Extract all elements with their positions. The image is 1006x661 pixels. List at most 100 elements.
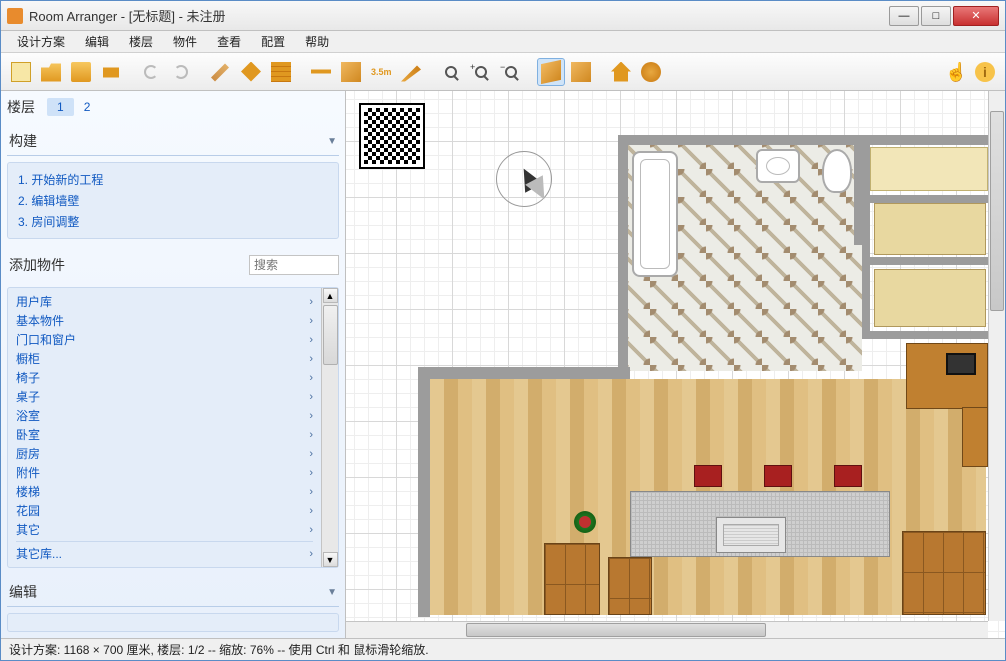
floor-tab-1[interactable]: 1: [47, 98, 74, 116]
undo-button[interactable]: [137, 58, 165, 86]
object-category[interactable]: 浴室›: [16, 406, 313, 425]
scroll-down-button[interactable]: ▼: [323, 552, 338, 567]
search-input[interactable]: [249, 255, 339, 275]
menu-帮助[interactable]: 帮助: [295, 31, 339, 52]
menu-查看[interactable]: 查看: [207, 31, 251, 52]
stool: [694, 465, 722, 487]
touch-button[interactable]: ☝: [941, 58, 969, 86]
info-button[interactable]: i: [971, 58, 999, 86]
paint-button[interactable]: [207, 58, 235, 86]
object-category[interactable]: 花园›: [16, 501, 313, 520]
canvas-vertical-scrollbar[interactable]: [988, 91, 1005, 621]
print-button[interactable]: [97, 58, 125, 86]
scroll-thumb[interactable]: [323, 305, 338, 365]
object-category[interactable]: 楼梯›: [16, 482, 313, 501]
settings-icon: [641, 62, 661, 82]
floor-tab-2[interactable]: 2: [74, 98, 101, 116]
object-category-other-lib[interactable]: 其它库...›: [16, 541, 313, 563]
object-category[interactable]: 基本物件›: [16, 311, 313, 330]
chevron-right-icon: ›: [309, 524, 313, 536]
object-category[interactable]: 用户库›: [16, 292, 313, 311]
toilet: [822, 149, 852, 193]
new-project-button[interactable]: [7, 58, 35, 86]
zoom-in-button[interactable]: +: [467, 58, 495, 86]
object-category[interactable]: 附件›: [16, 463, 313, 482]
build-step[interactable]: 1. 开始新的工程: [18, 169, 328, 190]
minimize-button[interactable]: —: [889, 6, 919, 26]
close-button[interactable]: ✕: [953, 6, 999, 26]
edit-panel: [7, 613, 339, 632]
cabinet: [902, 531, 986, 615]
build-step[interactable]: 3. 房间调整: [18, 211, 328, 232]
canvas-horizontal-scrollbar[interactable]: [346, 621, 988, 638]
chevron-right-icon: ›: [309, 296, 313, 308]
home-button[interactable]: [607, 58, 635, 86]
object-category[interactable]: 厨房›: [16, 444, 313, 463]
wall-button[interactable]: [237, 58, 265, 86]
save-button[interactable]: [67, 58, 95, 86]
walkthrough-button[interactable]: [567, 58, 595, 86]
scroll-thumb[interactable]: [466, 623, 766, 637]
object-category[interactable]: 橱柜›: [16, 349, 313, 368]
object-button[interactable]: [337, 58, 365, 86]
menu-编辑[interactable]: 编辑: [75, 31, 119, 52]
object-category[interactable]: 其它›: [16, 520, 313, 539]
settings-button[interactable]: [637, 58, 665, 86]
bathtub: [632, 151, 678, 277]
compass-icon: [496, 151, 552, 207]
zoom-out-button[interactable]: −: [497, 58, 525, 86]
object-icon: [341, 62, 361, 82]
menu-楼层[interactable]: 楼层: [119, 31, 163, 52]
save-icon: [71, 62, 91, 82]
menu-设计方案[interactable]: 设计方案: [7, 31, 75, 52]
zoom-fit-icon: [445, 66, 457, 78]
canvas[interactable]: [346, 91, 1005, 638]
chevron-right-icon: ›: [309, 353, 313, 365]
chevron-right-icon: ›: [309, 315, 313, 327]
zoom-in-icon: [475, 66, 487, 78]
qr-code: [361, 105, 423, 167]
chevron-right-icon: ›: [309, 448, 313, 460]
stool: [764, 465, 792, 487]
wall: [862, 257, 990, 265]
draw-button[interactable]: [397, 58, 425, 86]
window-title: Room Arranger - [无标题] - 未注册: [29, 6, 889, 25]
object-list-scrollbar[interactable]: ▲ ▼: [321, 288, 338, 567]
chevron-right-icon: ›: [309, 548, 313, 560]
add-objects-head[interactable]: 添加物件: [7, 251, 249, 279]
build-step[interactable]: 2. 编辑墙壁: [18, 190, 328, 211]
scroll-thumb[interactable]: [990, 111, 1004, 311]
brick-button[interactable]: [267, 58, 295, 86]
cabinet: [608, 557, 652, 615]
view-3d-icon: [541, 59, 561, 83]
wall: [618, 135, 628, 375]
wall: [618, 367, 630, 379]
chevron-down-icon: ▼: [327, 587, 337, 598]
maximize-button[interactable]: □: [921, 6, 951, 26]
redo-button[interactable]: [167, 58, 195, 86]
titlebar: Room Arranger - [无标题] - 未注册 — □ ✕: [1, 1, 1005, 31]
wall: [862, 331, 990, 339]
wall: [854, 135, 862, 245]
object-category[interactable]: 桌子›: [16, 387, 313, 406]
build-panel-head[interactable]: 构建▼: [7, 127, 339, 156]
view-3d-button[interactable]: [537, 58, 565, 86]
statusbar: 设计方案: 1168 × 700 厘米, 楼层: 1/2 -- 缩放: 76% …: [1, 638, 1005, 660]
toolbar: 3.5m +− ☝ i: [1, 53, 1005, 91]
touch-icon: ☝: [945, 62, 965, 82]
dimension-button[interactable]: [307, 58, 335, 86]
chevron-right-icon: ›: [309, 372, 313, 384]
open-button[interactable]: [37, 58, 65, 86]
object-category[interactable]: 门口和窗户›: [16, 330, 313, 349]
scroll-up-button[interactable]: ▲: [323, 288, 338, 303]
zoom-fit-button[interactable]: [437, 58, 465, 86]
wall: [418, 367, 430, 617]
edit-panel-head[interactable]: 编辑▼: [7, 578, 339, 607]
menu-配置[interactable]: 配置: [251, 31, 295, 52]
new-project-icon: [11, 62, 31, 82]
menu-物件[interactable]: 物件: [163, 31, 207, 52]
object-category[interactable]: 卧室›: [16, 425, 313, 444]
object-category[interactable]: 椅子›: [16, 368, 313, 387]
measure-button[interactable]: 3.5m: [367, 58, 395, 86]
app-icon: [7, 8, 23, 24]
